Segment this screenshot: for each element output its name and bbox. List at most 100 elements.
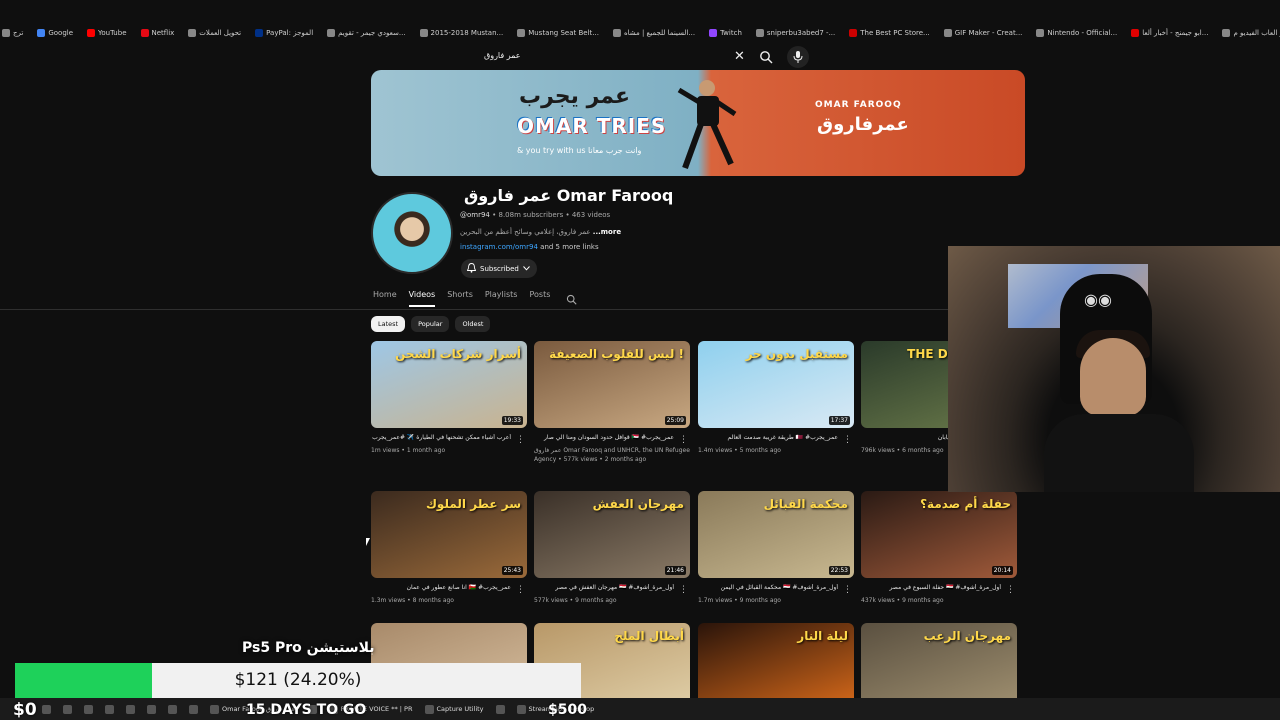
- bookmark-favicon-icon: [419, 29, 428, 37]
- more-options-icon[interactable]: ⋮: [1006, 585, 1015, 595]
- video-card[interactable]: مهرجان العفش 21:46 أول_مرة_أشوف# 🇪🇬 مهرجان…: [534, 491, 690, 605]
- chip-popular[interactable]: Popular: [411, 316, 450, 332]
- video-thumbnail[interactable]: حفلة أم صدمة؟ 20:14: [861, 491, 1017, 578]
- channel-description[interactable]: عمر فاروق، إعلامي وسائح أعظم من البحرين …: [460, 228, 621, 236]
- bookmark-item[interactable]: sniperbu3abed7 -...: [755, 29, 835, 37]
- video-card[interactable]: أسرار شركات الشحن 19:33 أعرب أشياء ممكن تش…: [371, 341, 527, 455]
- video-title[interactable]: عمر_يجرب# 🇸🇩 قوافل حدود السودان ومنا الي…: [534, 434, 674, 441]
- video-thumbnail[interactable]: ليلة النار: [698, 623, 854, 710]
- video-title[interactable]: أول_مرة_أشوف# 🇪🇬 حفلة السبوع في مصر: [861, 584, 1001, 591]
- tab-home[interactable]: Home: [373, 290, 397, 307]
- windows-icon: [42, 704, 51, 714]
- search-input[interactable]: عمر فاروق: [484, 51, 521, 60]
- taskbar-item[interactable]: Capture Utility: [419, 704, 490, 714]
- video-thumbnail[interactable]: مهرجان العفش 21:46: [534, 491, 690, 578]
- bookmark-favicon-icon: [709, 29, 718, 37]
- video-card[interactable]: سر عطر الملوك 25:43 عمر_يجرب# 🇴🇲 انا صانع …: [371, 491, 527, 605]
- video-title[interactable]: أعرب أشياء ممكن تشحنها في الطيارة ✈️ #عم…: [371, 434, 511, 441]
- video-thumbnail[interactable]: محكمة القبائل 22:53: [698, 491, 854, 578]
- bookmark-favicon-icon: [517, 29, 526, 37]
- thumbnail-text: مستقبل بدون حر: [745, 347, 848, 361]
- chip-oldest[interactable]: Oldest: [455, 316, 491, 332]
- video-card[interactable]: ليلة النار: [698, 623, 854, 710]
- taskbar-item[interactable]: [183, 704, 204, 714]
- video-title[interactable]: أول_مرة_أشوف# 🇪🇬 مهرجان العفش في مصر: [534, 584, 674, 591]
- goal-right-amount: $500: [548, 702, 587, 718]
- bookmark-item[interactable]: تحويل العملات: [188, 29, 241, 37]
- goal-countdown: 15 DAYS TO GO: [246, 702, 367, 718]
- taskbar-item[interactable]: [120, 704, 141, 714]
- taskbar-item[interactable]: [141, 704, 162, 714]
- spotify-icon: [495, 704, 505, 714]
- capture-icon: [424, 704, 434, 714]
- thumbnail-text: محكمة القبائل: [763, 497, 848, 511]
- mic-icon[interactable]: [787, 46, 809, 68]
- video-card[interactable]: مهرجان الرعب: [861, 623, 1017, 710]
- video-duration: 21:46: [664, 566, 686, 575]
- video-meta: 577k views • 9 months ago: [534, 597, 617, 604]
- bookmark-item[interactable]: The Best PC Store...: [849, 29, 930, 37]
- bookmark-item[interactable]: PayPal: الموجز: [255, 29, 313, 37]
- chair-logo-icon: ◉◉: [1084, 290, 1112, 309]
- video-thumbnail[interactable]: أسرار شركات الشحن 19:33: [371, 341, 527, 428]
- bookmark-item[interactable]: Twitch: [709, 29, 742, 37]
- taskbar-item[interactable]: [162, 704, 183, 714]
- more-link[interactable]: ...more: [593, 228, 621, 236]
- bookmark-label: اخبار العاب الفيديو م...: [1233, 29, 1280, 37]
- instagram-link[interactable]: instagram.com/omr94: [460, 243, 538, 251]
- tab-posts[interactable]: Posts: [529, 290, 550, 307]
- search-box[interactable]: عمر فاروق ✕: [476, 46, 776, 68]
- bookmark-favicon-icon: [1222, 29, 1231, 37]
- tab-playlists[interactable]: Playlists: [485, 290, 518, 307]
- channel-avatar[interactable]: [371, 192, 453, 274]
- video-thumbnail[interactable]: مستقبل بدون حر 17:37: [698, 341, 854, 428]
- video-thumbnail[interactable]: ليس للقلوب الضعيفة ! 25:09: [534, 341, 690, 428]
- subscribed-button[interactable]: Subscribed: [461, 259, 537, 278]
- bookmark-item[interactable]: السينما للجميع | مشاه...: [612, 29, 696, 37]
- video-card[interactable]: ليس للقلوب الضعيفة ! 25:09 عمر_يجرب# 🇸🇩 قو…: [534, 341, 690, 464]
- bookmark-item[interactable]: Mustang Seat Belt...: [517, 29, 599, 37]
- tab-videos[interactable]: Videos: [408, 290, 436, 307]
- video-card[interactable]: حفلة أم صدمة؟ 20:14 أول_مرة_أشوف# 🇪🇬 حفلة …: [861, 491, 1017, 605]
- bookmark-item[interactable]: 2015-2018 Mustan...: [419, 29, 503, 37]
- video-title[interactable]: أول_مرة_أشوف# 🇾🇪 محكمة القبائل في اليمن: [698, 584, 838, 591]
- taskbar-item[interactable]: [36, 704, 57, 714]
- clear-search-icon[interactable]: ✕: [734, 49, 745, 64]
- bookmark-label: Mustang Seat Belt...: [528, 29, 599, 37]
- video-card[interactable]: محكمة القبائل 22:53 أول_مرة_أشوف# 🇾🇪 محكمة…: [698, 491, 854, 605]
- bookmark-item[interactable]: Nintendo - Official...: [1036, 29, 1117, 37]
- taskbar-item[interactable]: [490, 704, 511, 714]
- more-options-icon[interactable]: ⋮: [516, 435, 525, 445]
- channel-search-icon[interactable]: [566, 290, 577, 309]
- bookmark-item[interactable]: GIF Maker - Creat...: [943, 29, 1022, 37]
- more-options-icon[interactable]: ⋮: [843, 585, 852, 595]
- video-title[interactable]: عمر_يجرب# 🇶🇦 طريقة غريبة صدمت العالم: [698, 434, 838, 441]
- bookmark-item[interactable]: سعودي جيمر - تقويم...: [327, 29, 406, 37]
- chip-latest[interactable]: Latest: [371, 316, 406, 332]
- more-links-link[interactable]: and 5 more links: [540, 243, 598, 251]
- bookmark-item[interactable]: ابو جيمنج - أخبار ألعا...: [1131, 29, 1208, 37]
- settings-icon: [147, 704, 156, 714]
- channel-video-count: 463 videos: [571, 211, 611, 219]
- bookmark-item[interactable]: YouTube: [87, 29, 127, 37]
- taskbar-item[interactable]: [57, 704, 78, 714]
- video-card[interactable]: مستقبل بدون حر 17:37 عمر_يجرب# 🇶🇦 طريقة غر…: [698, 341, 854, 455]
- more-options-icon[interactable]: ⋮: [679, 585, 688, 595]
- sort-chips: Latest Popular Oldest: [371, 316, 491, 332]
- bookmark-item[interactable]: اخبار العاب الفيديو م...: [1222, 29, 1280, 37]
- video-thumbnail[interactable]: مهرجان الرعب: [861, 623, 1017, 710]
- channel-description-text: عمر فاروق، إعلامي وسائح أعظم من البحرين: [460, 228, 591, 236]
- search-icon[interactable]: [759, 49, 773, 68]
- tab-shorts[interactable]: Shorts: [447, 290, 473, 307]
- video-title[interactable]: عمر_يجرب# 🇴🇲 انا صانع عطور في عمان: [371, 584, 511, 591]
- video-thumbnail[interactable]: سر عطر الملوك 25:43: [371, 491, 527, 578]
- more-options-icon[interactable]: ⋮: [843, 435, 852, 445]
- bookmark-item[interactable]: ترج: [2, 29, 23, 37]
- bookmark-label: السينما للجميع | مشاه...: [623, 29, 696, 37]
- more-options-icon[interactable]: ⋮: [516, 585, 525, 595]
- more-options-icon[interactable]: ⋮: [679, 435, 688, 445]
- taskbar-item[interactable]: [78, 704, 99, 714]
- bookmark-item[interactable]: Netflix: [140, 29, 174, 37]
- bookmark-item[interactable]: Google: [37, 29, 73, 37]
- taskbar-item[interactable]: [99, 704, 120, 714]
